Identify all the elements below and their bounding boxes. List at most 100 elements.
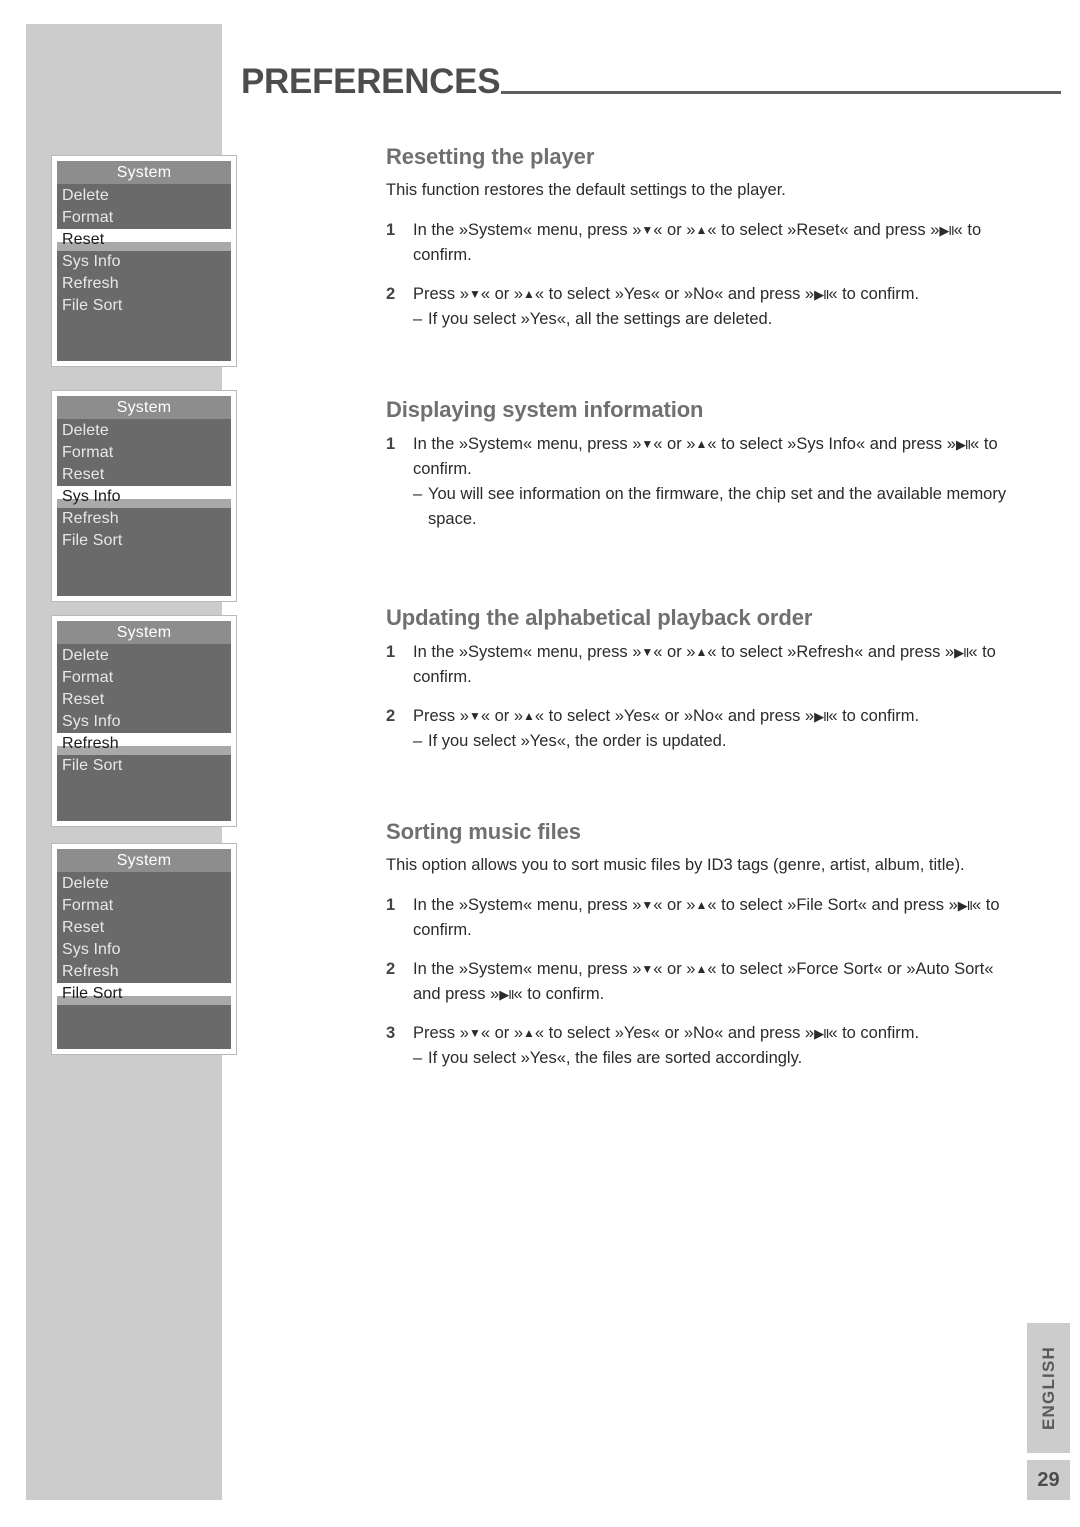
menu-item-file-sort[interactable]: File Sort xyxy=(57,530,231,552)
page-number: 29 xyxy=(1027,1460,1070,1500)
menu-item-delete[interactable]: Delete xyxy=(57,185,231,207)
step-text: In the »System« menu, press »▼« or »▲« t… xyxy=(413,643,996,686)
menu-empty-row xyxy=(57,317,231,339)
step-row: 1 In the »System« menu, press »▼« or »▲« … xyxy=(386,432,1011,482)
header-rule xyxy=(501,91,1061,94)
menu-panel-body: Delete Format Reset Sys Info Refresh File Sor… xyxy=(57,184,231,361)
menu-empty-row xyxy=(57,1027,231,1049)
up-arrow-icon: ▲ xyxy=(695,898,708,912)
menu-panel-reset-menu: System Delete Format Reset Sys Info Refresh Fi… xyxy=(51,155,237,367)
step-number: 1 xyxy=(386,435,396,453)
up-arrow-icon: ▲ xyxy=(523,709,535,723)
up-arrow-icon: ▲ xyxy=(695,223,708,237)
step-number: 1 xyxy=(386,221,396,239)
menu-panel-header: System xyxy=(57,396,231,419)
instruction-step: 1 In the »System« menu, press »▼« or »▲« … xyxy=(386,432,1011,532)
step-row: 2 Press »▼« or »▲« to select »Yes« or »No… xyxy=(386,704,1011,729)
play-pause-icon: ▶II xyxy=(814,1026,829,1041)
sub-step-dash: – xyxy=(413,732,423,750)
menu-item-reset[interactable]: Reset xyxy=(57,689,231,711)
down-arrow-icon: ▼ xyxy=(641,898,654,912)
step-number: 1 xyxy=(386,896,396,914)
menu-item-file-sort[interactable]: File Sort xyxy=(57,295,231,317)
menu-empty-row xyxy=(57,574,231,596)
play-pause-icon: ▶II xyxy=(814,287,829,302)
section-intro: This function restores the default setti… xyxy=(386,181,786,199)
section-displaying-system-information: Displaying system information 1 In the »Sy… xyxy=(386,396,1011,532)
play-pause-icon: ▶II xyxy=(939,223,954,238)
menu-item-format[interactable]: Format xyxy=(57,442,231,464)
sub-step: – If you select »Yes«, the order is updat… xyxy=(413,729,1011,754)
menu-panel-sys-info-menu: System Delete Format Reset Sys Info Refresh Fi… xyxy=(51,390,237,602)
menu-item-refresh[interactable]: Refresh xyxy=(57,733,231,755)
step-row: 1 In the »System« menu, press »▼« or »▲« … xyxy=(386,893,1011,943)
step-row: 1 In the »System« menu, press »▼« or »▲« … xyxy=(386,640,1011,690)
sub-step: – If you select »Yes«, the files are sort… xyxy=(413,1046,1011,1071)
play-pause-icon: ▶II xyxy=(957,898,973,913)
instruction-step: 1 In the »System« menu, press »▼« or »▲« … xyxy=(386,893,1011,943)
step-text: In the »System« menu, press »▼« or »▲« t… xyxy=(413,221,982,264)
down-arrow-icon: ▼ xyxy=(468,287,481,301)
menu-item-sys-info[interactable]: Sys Info xyxy=(57,711,231,733)
step-row: 2 Press »▼« or »▲« to select »Yes« or »No… xyxy=(386,282,1011,307)
menu-item-file-sort[interactable]: File Sort xyxy=(57,755,231,777)
up-arrow-icon: ▲ xyxy=(695,962,708,976)
down-arrow-icon: ▼ xyxy=(641,223,654,237)
menu-panel-body: Delete Format Reset Sys Info Refresh File Sor… xyxy=(57,419,231,596)
menu-item-delete[interactable]: Delete xyxy=(57,873,231,895)
down-arrow-icon: ▼ xyxy=(468,709,481,723)
menu-empty-row xyxy=(57,552,231,574)
menu-item-sys-info[interactable]: Sys Info xyxy=(57,939,231,961)
instruction-step: 2 Press »▼« or »▲« to select »Yes« or »No… xyxy=(386,704,1011,754)
menu-item-file-sort[interactable]: File Sort xyxy=(57,983,231,1005)
play-pause-icon: ▶II xyxy=(499,987,514,1002)
step-row: 3 Press »▼« or »▲« to select »Yes« or »No… xyxy=(386,1021,1011,1046)
section-heading: Sorting music files xyxy=(386,819,581,844)
sub-step-dash: – xyxy=(413,485,423,503)
sub-step-text: You will see information on the firmware… xyxy=(428,485,1007,528)
menu-item-delete[interactable]: Delete xyxy=(57,645,231,667)
menu-item-sys-info[interactable]: Sys Info xyxy=(57,486,231,508)
menu-panel-body: Delete Format Reset Sys Info Refresh File Sor… xyxy=(57,644,231,821)
menu-item-sys-info[interactable]: Sys Info xyxy=(57,251,231,273)
menu-item-format[interactable]: Format xyxy=(57,895,231,917)
menu-item-refresh[interactable]: Refresh xyxy=(57,508,231,530)
menu-empty-row xyxy=(57,777,231,799)
sub-step-dash: – xyxy=(413,1049,423,1067)
menu-item-format[interactable]: Format xyxy=(57,667,231,689)
menu-empty-row xyxy=(57,1005,231,1027)
page-header: PREFERENCES xyxy=(241,40,1061,100)
play-pause-icon: ▶II xyxy=(955,437,971,452)
up-arrow-icon: ▲ xyxy=(523,1026,535,1040)
step-text: Press »▼« or »▲« to select »Yes« or »No«… xyxy=(413,285,920,303)
step-row: 2 In the »System« menu, press »▼« or »▲« … xyxy=(386,957,1011,1007)
sub-step-text: If you select »Yes«, all the settings ar… xyxy=(428,310,773,328)
down-arrow-icon: ▼ xyxy=(641,645,654,659)
up-arrow-icon: ▲ xyxy=(695,645,708,659)
instruction-step: 1 In the »System« menu, press »▼« or »▲« … xyxy=(386,640,1011,690)
section-heading: Displaying system information xyxy=(386,397,704,422)
menu-item-reset[interactable]: Reset xyxy=(57,464,231,486)
language-label: ENGLISH xyxy=(1038,1346,1058,1430)
menu-item-refresh[interactable]: Refresh xyxy=(57,273,231,295)
section-resetting-the-player: Resetting the player This function restor… xyxy=(386,143,1011,332)
down-arrow-icon: ▼ xyxy=(468,1026,481,1040)
menu-item-reset[interactable]: Reset xyxy=(57,229,231,251)
section-sorting-music-files: Sorting music files This option allows yo… xyxy=(386,818,1011,1071)
sub-step-dash: – xyxy=(413,310,423,328)
step-text: In the »System« menu, press »▼« or »▲« t… xyxy=(413,435,998,478)
menu-item-format[interactable]: Format xyxy=(57,207,231,229)
step-row: 1 In the »System« menu, press »▼« or »▲« … xyxy=(386,218,1011,268)
menu-item-delete[interactable]: Delete xyxy=(57,420,231,442)
play-pause-icon: ▶II xyxy=(814,709,829,724)
menu-empty-row xyxy=(57,799,231,821)
menu-panel-refresh-menu: System Delete Format Reset Sys Info Refresh Fi… xyxy=(51,615,237,827)
step-text: Press »▼« or »▲« to select »Yes« or »No«… xyxy=(413,1024,920,1042)
content-column: Resetting the player This function restor… xyxy=(386,143,1011,1085)
instruction-step: 2 Press »▼« or »▲« to select »Yes« or »No… xyxy=(386,282,1011,332)
step-number: 2 xyxy=(386,285,396,303)
page-title: PREFERENCES xyxy=(241,62,501,101)
menu-item-refresh[interactable]: Refresh xyxy=(57,961,231,983)
menu-item-reset[interactable]: Reset xyxy=(57,917,231,939)
